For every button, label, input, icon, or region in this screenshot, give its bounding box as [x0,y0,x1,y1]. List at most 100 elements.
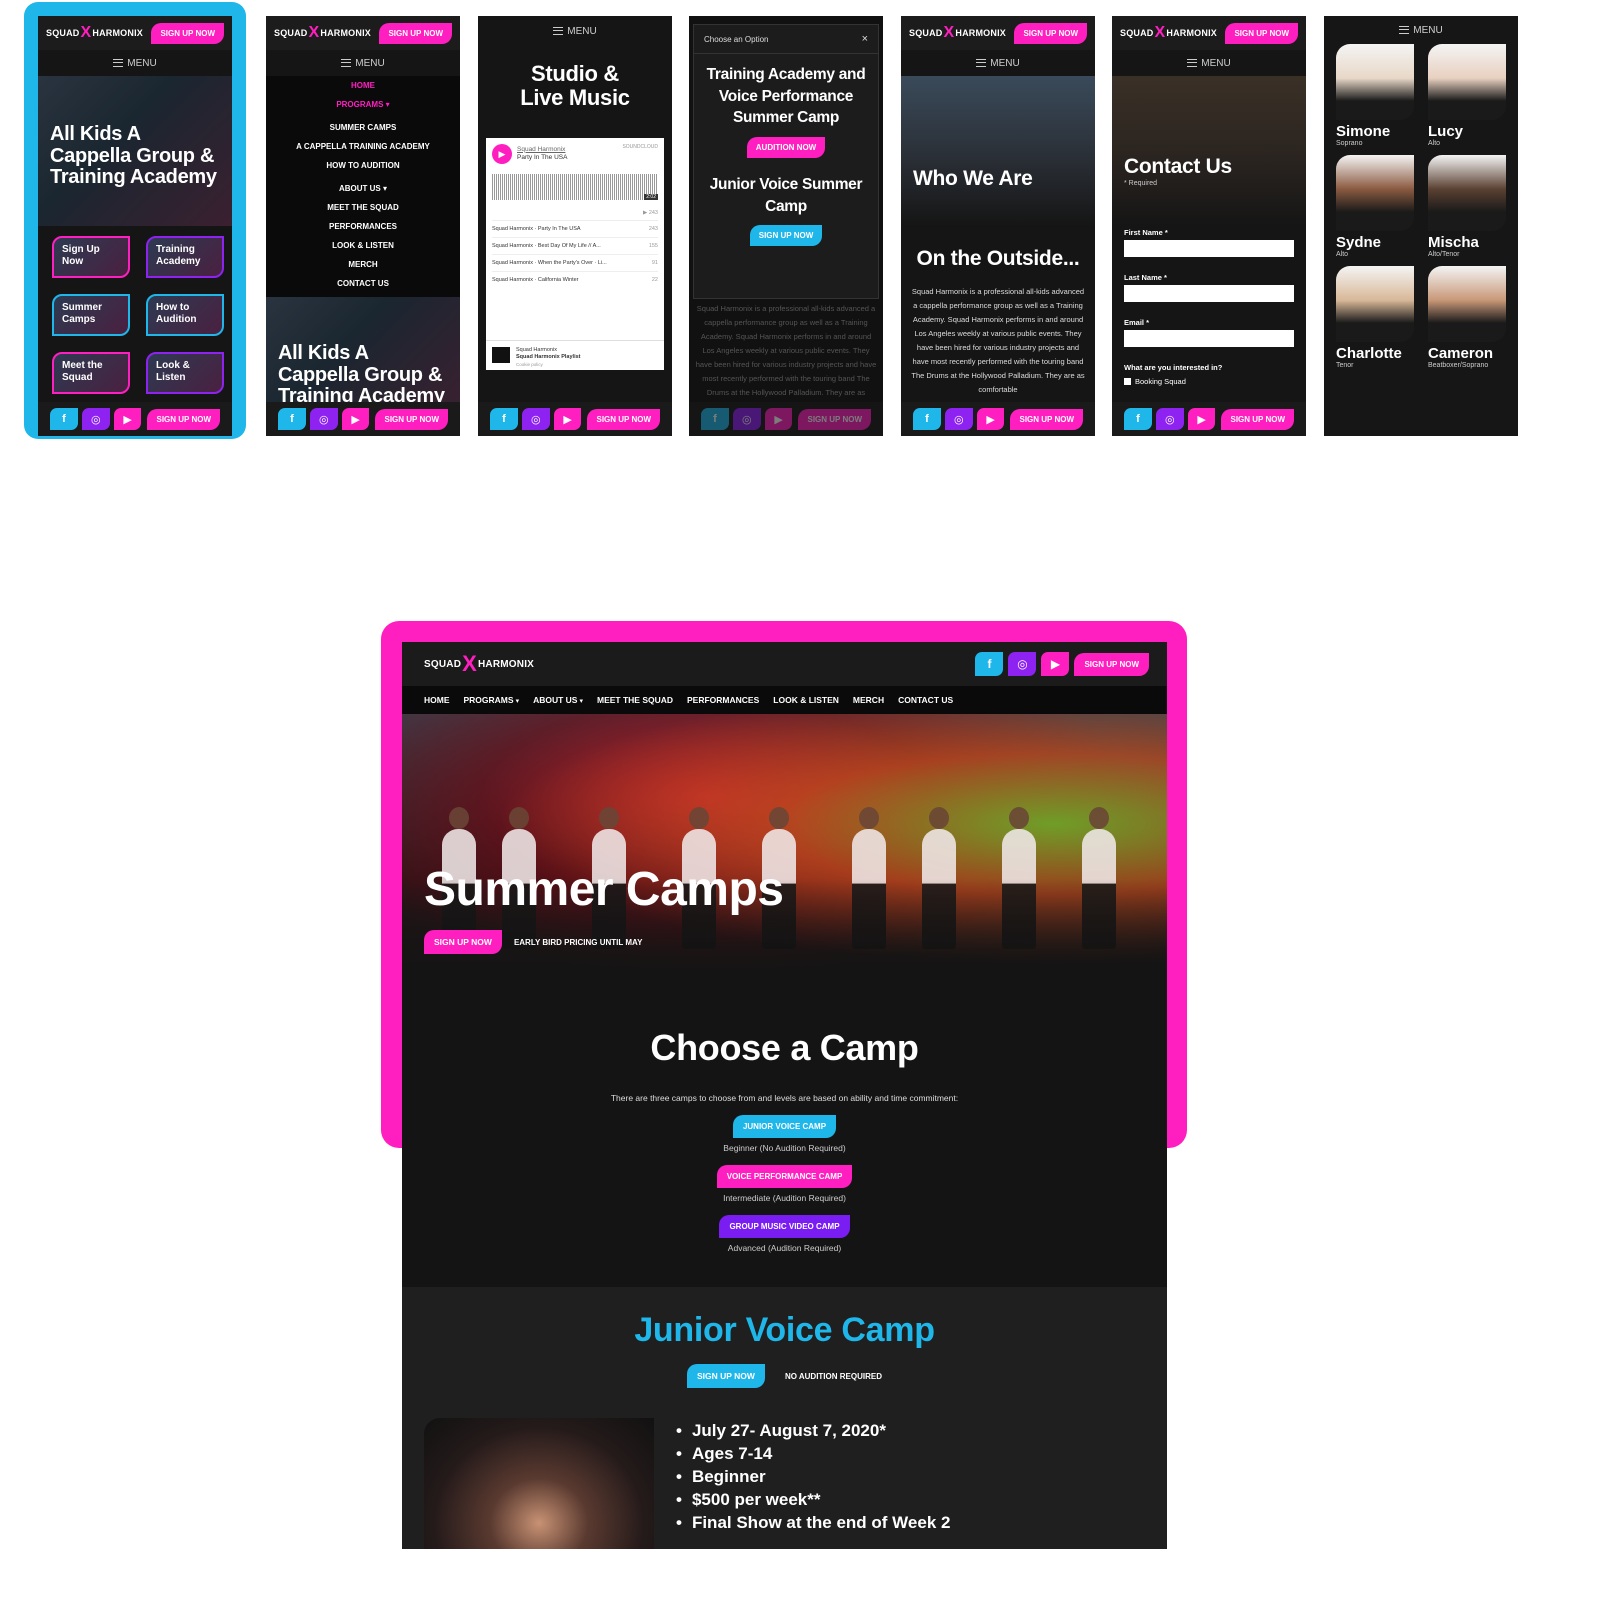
facebook-icon[interactable]: f [278,408,306,430]
signup-button[interactable]: SIGN UP NOW [379,22,452,44]
nav-merch[interactable]: MERCH [266,255,460,274]
nav-about[interactable]: ABOUT US ▾ [266,179,460,198]
nav-summer-camps[interactable]: SUMMER CAMPS [266,118,460,137]
logo[interactable]: SQUAD X HARMONIX [274,25,371,41]
signup-button[interactable]: SIGN UP NOW [1074,652,1149,676]
menu-toggle[interactable]: MENU [38,50,232,76]
logo[interactable]: SQUAD X HARMONIX [1120,25,1217,41]
facebook-icon[interactable]: f [975,652,1004,676]
audition-now-button[interactable]: AUDITION NOW [746,137,826,159]
checkbox[interactable] [1124,378,1131,385]
signup-button-bottom[interactable]: SIGN UP NOW [375,408,449,430]
menu-toggle[interactable]: MENU [1112,50,1306,76]
instagram-icon[interactable]: ◎ [521,408,550,430]
facebook-icon[interactable]: f [1124,408,1152,430]
interest-option[interactable]: Booking Squad [1124,377,1294,386]
instagram-icon[interactable]: ◎ [1008,652,1037,676]
menu-toggle[interactable]: MENU [1324,16,1518,44]
music-video-camp-button[interactable]: GROUP MUSIC VIDEO CAMP [719,1215,850,1238]
signup-button-bottom[interactable]: SIGN UP NOW [147,408,221,430]
nav-meet-squad[interactable]: MEET THE SQUAD [597,695,673,705]
junior-camp-button[interactable]: JUNIOR VOICE CAMP [732,1115,837,1138]
nav-home[interactable]: HOME [266,76,460,95]
nav-programs[interactable]: PROGRAMS ▾ [266,95,460,114]
youtube-icon[interactable]: ▶ [113,408,142,430]
nav-look-listen[interactable]: LOOK & LISTEN [773,695,839,705]
list-item[interactable]: Squad Harmonix · Best Day Of My Life // … [492,237,658,254]
logo[interactable]: SQUAD X HARMONIX [909,25,1006,41]
signup-button-bottom[interactable]: SIGN UP NOW [798,408,872,430]
cookie-link[interactable]: Cookie policy [516,362,658,368]
play-icon[interactable]: ▶ [492,144,512,164]
player-artist[interactable]: Squad Harmonix [517,146,617,154]
last-name-input[interactable] [1124,285,1294,302]
logo[interactable]: SQUAD X HARMONIX [46,25,143,41]
tile-audition[interactable]: How to Audition [146,294,224,336]
signup-button[interactable]: SIGN UP NOW [1225,22,1298,44]
instagram-icon[interactable]: ◎ [309,408,338,430]
hamburger-icon [553,27,564,35]
close-icon[interactable]: × [862,33,868,45]
facebook-icon[interactable]: f [913,408,941,430]
instagram-icon[interactable]: ◎ [944,408,973,430]
instagram-icon[interactable]: ◎ [732,408,761,430]
youtube-icon[interactable]: ▶ [1187,408,1216,430]
list-item[interactable]: Squad Harmonix · When the Party's Over ·… [492,254,658,271]
tile-summer-camps[interactable]: Summer Camps [52,294,130,336]
soundcloud-player[interactable]: ▶ Squad Harmonix Party In The USA SOUNDC… [486,138,664,370]
signup-button[interactable]: SIGN UP NOW [151,22,224,44]
menu-toggle[interactable]: MENU [901,50,1095,76]
member-card[interactable]: Simone Soprano [1336,44,1414,147]
member-card[interactable]: Lucy Alto [1428,44,1506,147]
nav-merch[interactable]: MERCH [853,695,884,705]
menu-toggle[interactable]: MENU [478,16,672,46]
signup-button-bottom[interactable]: SIGN UP NOW [1221,408,1295,430]
instagram-icon[interactable]: ◎ [1155,408,1184,430]
hero-signup-button[interactable]: SIGN UP NOW [424,930,502,954]
instagram-icon[interactable]: ◎ [81,408,110,430]
tile-meet-squad[interactable]: Meet the Squad [52,352,130,394]
email-input[interactable] [1124,330,1294,347]
voice-performance-camp-button[interactable]: VOICE PERFORMANCE CAMP [716,1165,853,1188]
signup-button-bottom[interactable]: SIGN UP NOW [587,408,661,430]
nav-about[interactable]: ABOUT US ▾ [533,695,583,705]
first-name-input[interactable] [1124,240,1294,257]
facebook-icon[interactable]: f [490,408,518,430]
nav-training-academy[interactable]: A CAPPELLA TRAINING ACADEMY [266,137,460,156]
youtube-icon[interactable]: ▶ [764,408,793,430]
phone-modal: Choose an Option × Training Academy and … [689,16,883,436]
waveform[interactable]: 2:02 [492,174,658,200]
signup-button[interactable]: SIGN UP NOW [1014,22,1087,44]
member-card[interactable]: Charlotte Tenor [1336,266,1414,369]
member-card[interactable]: Sydne Alto [1336,155,1414,258]
list-item[interactable]: Squad Harmonix · California Winter 22 [492,271,658,288]
facebook-icon[interactable]: f [50,408,78,430]
tile-look-listen[interactable]: Look & Listen [146,352,224,394]
facebook-icon[interactable]: f [701,408,729,430]
junior-signup-button[interactable]: SIGN UP NOW [687,1364,765,1388]
nav-how-to-audition[interactable]: HOW TO AUDITION [266,156,460,175]
tile-training[interactable]: Training Academy [146,236,224,278]
logo[interactable]: SQUAD X HARMONIX [424,653,534,675]
nav-look-listen[interactable]: LOOK & LISTEN [266,236,460,255]
signup-button-bottom[interactable]: SIGN UP NOW [1010,408,1084,430]
nav-performances[interactable]: PERFORMANCES [266,217,460,236]
nav-meet-squad[interactable]: MEET THE SQUAD [266,198,460,217]
nav-home[interactable]: HOME [424,695,450,705]
youtube-icon[interactable]: ▶ [553,408,582,430]
youtube-icon[interactable]: ▶ [1041,652,1070,676]
phone-contact: SQUAD X HARMONIX SIGN UP NOW MENU Contact … [1112,16,1306,436]
nav-contact[interactable]: CONTACT US [266,274,460,293]
nav-programs[interactable]: PROGRAMS ▾ [464,695,520,705]
youtube-icon[interactable]: ▶ [976,408,1005,430]
list-item[interactable]: Squad Harmonix · Party In The USA 243 [492,220,658,237]
menu-toggle[interactable]: MENU [266,50,460,76]
tile-sign-up[interactable]: Sign Up Now [52,236,130,278]
list-item: Beginner [676,1466,950,1489]
nav-performances[interactable]: PERFORMANCES [687,695,759,705]
member-card[interactable]: Cameron Beatboxer/Soprano [1428,266,1506,369]
youtube-icon[interactable]: ▶ [341,408,370,430]
nav-contact[interactable]: CONTACT US [898,695,953,705]
member-card[interactable]: Mischa Alto/Tenor [1428,155,1506,258]
modal-signup-button[interactable]: SIGN UP NOW [749,225,823,247]
